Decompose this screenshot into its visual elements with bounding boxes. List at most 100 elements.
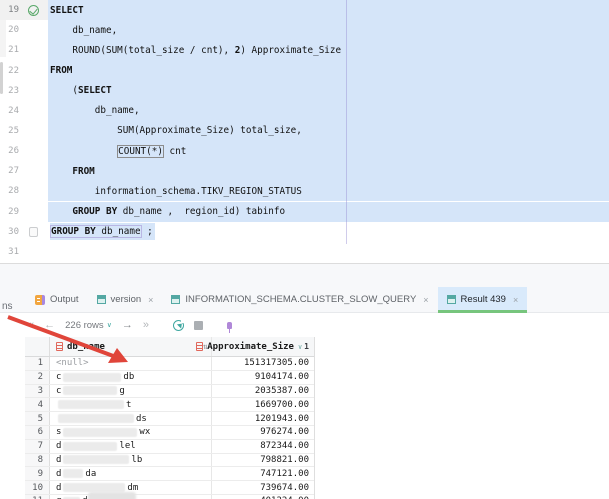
result-tab-version[interactable]: version× <box>88 287 163 312</box>
reload-icon[interactable] <box>173 320 184 331</box>
row-number-cell[interactable]: 4 <box>25 398 50 411</box>
page-size-selector[interactable]: 226 rows ∨ <box>65 320 112 331</box>
approximate-size-cell[interactable]: 798821.00 <box>212 454 314 467</box>
db-name-cell[interactable]: dlel <box>50 440 212 453</box>
code-line[interactable]: COUNT(*) cnt <box>48 141 609 161</box>
row-number-cell[interactable]: 11 <box>25 495 50 499</box>
code-token: COUNT(*) <box>117 145 164 158</box>
code-line[interactable]: information_schema.TIKV_REGION_STATUS <box>48 181 609 201</box>
row-number-cell[interactable]: 2 <box>25 371 50 384</box>
code-token: GROUP BY <box>51 226 96 237</box>
db-name-fragment: lel <box>119 441 135 451</box>
row-number-cell[interactable]: 10 <box>25 481 50 494</box>
first-page-icon[interactable]: « <box>28 320 34 331</box>
redacted-blob <box>58 414 134 423</box>
result-tab-information-schema-cluster-slow-query[interactable]: INFORMATION_SCHEMA.CLUSTER_SLOW_QUERY × <box>162 287 437 312</box>
code-line[interactable]: db_name, <box>48 20 609 40</box>
code-line[interactable]: GROUP BY db_name , region_id) tabinfo <box>48 202 609 222</box>
code-token <box>50 146 117 157</box>
selected-text: GROUP BY db_name ; <box>50 223 155 240</box>
db-name-fragment: ds <box>136 414 147 424</box>
editor-gutter: 29 <box>0 202 48 222</box>
sql-editor[interactable]: 19SELECT20 db_name,21 ROUND(SUM(total_si… <box>0 0 609 264</box>
approximate-size-cell[interactable]: 872344.00 <box>212 440 314 453</box>
tab-label: INFORMATION_SCHEMA.CLUSTER_SLOW_QUERY <box>185 294 416 305</box>
editor-gutter: 26 <box>0 141 48 161</box>
row-number-cell[interactable]: 5 <box>25 412 50 425</box>
approximate-size-cell[interactable]: 747121.00 <box>212 467 314 480</box>
approximate-size-cell[interactable]: 2035387.00 <box>212 385 314 398</box>
stop-icon[interactable] <box>194 321 203 330</box>
approximate-size-cell[interactable]: 1201943.00 <box>212 412 314 425</box>
editor-line: 31 <box>0 242 609 262</box>
row-number-cell[interactable]: 7 <box>25 440 50 453</box>
approximate-size-cell[interactable]: 1669700.00 <box>212 398 314 411</box>
redacted-blob <box>63 373 121 382</box>
editor-line: 19 SELECT <box>0 0 609 20</box>
row-number-cell[interactable]: 9 <box>25 467 50 480</box>
grid-corner-cell[interactable] <box>25 337 50 356</box>
code-token: SELECT <box>78 85 112 96</box>
code-line[interactable]: ROUND(SUM(total_size / cnt), 2) Approxim… <box>48 40 609 60</box>
editor-gutter: 19 <box>0 0 48 20</box>
next-page-icon[interactable]: → <box>122 320 133 331</box>
db-name-cell[interactable]: t <box>50 398 212 411</box>
approximate-size-cell[interactable]: 739674.00 <box>212 481 314 494</box>
db-name-cell[interactable]: c db <box>50 371 212 384</box>
code-line[interactable]: db_name, <box>48 101 609 121</box>
code-token: FROM <box>50 65 72 76</box>
editor-line: 26 COUNT(*) cnt <box>0 141 609 161</box>
db-name-fragment: t <box>126 400 131 410</box>
code-line[interactable]: GROUP BY db_name ; <box>48 222 609 242</box>
approximate-size-cell[interactable]: 151317305.00 <box>212 357 314 370</box>
prev-page-icon[interactable]: ← <box>44 320 55 331</box>
editor-line: 25 SUM(Approximate_Size) total_size, <box>0 121 609 141</box>
db-name-cell[interactable]: <null> <box>50 357 212 370</box>
code-line[interactable]: FROM <box>48 161 609 181</box>
code-token: FROM <box>72 166 94 177</box>
editor-line: 21 ROUND(SUM(total_size / cnt), 2) Appro… <box>0 40 609 60</box>
db-name-cell[interactable]: ds <box>50 412 212 425</box>
db-name-cell[interactable]: dlb <box>50 454 212 467</box>
redacted-blob <box>63 386 117 395</box>
editor-line: 24 db_name, <box>0 101 609 121</box>
panel-gap <box>0 264 609 287</box>
db-name-fragment: c <box>56 372 61 382</box>
result-tab-output[interactable]: Output <box>26 287 88 312</box>
row-number-cell[interactable]: 6 <box>25 426 50 439</box>
code-line[interactable] <box>48 242 609 262</box>
pin-tab-icon[interactable] <box>227 322 232 329</box>
editor-gutter: 21 <box>0 40 48 60</box>
code-token: db_name <box>96 226 141 237</box>
code-line[interactable]: (SELECT <box>48 81 609 101</box>
column-header-db-name[interactable]: db_name⇅ <box>50 337 212 356</box>
approximate-size-cell[interactable]: 9104174.00 <box>212 371 314 384</box>
table-row: 7dlel872344.00 <box>25 440 314 454</box>
db-name-fragment: g <box>119 386 124 396</box>
db-name-cell[interactable]: swx <box>50 426 212 439</box>
db-name-cell[interactable]: cg <box>50 385 212 398</box>
close-icon[interactable]: × <box>513 295 518 305</box>
editor-gutter: 31 <box>0 242 48 262</box>
tab-label: Output <box>50 294 79 305</box>
redacted-blob <box>63 442 117 451</box>
close-icon[interactable]: × <box>423 295 428 305</box>
close-icon[interactable]: × <box>148 295 153 305</box>
results-tab-bar: Outputversion×INFORMATION_SCHEMA.CLUSTER… <box>0 287 609 313</box>
column-header-approximate-size[interactable]: Approximate_Size∨1 <box>212 337 314 356</box>
db-name-cell[interactable]: dda <box>50 467 212 480</box>
db-name-fragment: db <box>123 372 134 382</box>
code-line[interactable]: SUM(Approximate_Size) total_size, <box>48 121 609 141</box>
last-page-icon[interactable]: » <box>143 320 149 331</box>
rows-count-label: 226 rows <box>65 320 104 331</box>
approximate-size-cell[interactable]: 401224.00 <box>212 495 314 499</box>
row-number-cell[interactable]: 1 <box>25 357 50 370</box>
approximate-size-cell[interactable]: 976274.00 <box>212 426 314 439</box>
code-line[interactable]: SELECT <box>48 0 609 20</box>
result-tab-result-439[interactable]: Result 439× <box>438 287 528 312</box>
line-number: 19 <box>0 5 19 15</box>
row-number-cell[interactable]: 3 <box>25 385 50 398</box>
code-line[interactable]: FROM <box>48 60 609 80</box>
statement-executed-icon[interactable] <box>28 5 39 16</box>
row-number-cell[interactable]: 8 <box>25 454 50 467</box>
